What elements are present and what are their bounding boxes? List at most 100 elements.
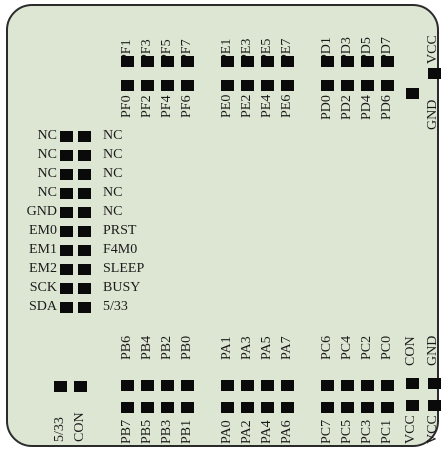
pin-label-bottom: PC5 xyxy=(339,419,354,444)
label-gnd: GND xyxy=(425,336,440,367)
pin-pad xyxy=(381,80,394,91)
pin-pad xyxy=(261,380,274,391)
pin-label-left: SDA xyxy=(28,299,57,314)
pin-label-bottom: PE2 xyxy=(239,95,254,119)
pin-pad xyxy=(381,380,394,391)
vcc-label: VCC xyxy=(425,35,440,64)
pin-pad xyxy=(261,56,274,67)
pin-label-bottom: PE0 xyxy=(219,95,234,119)
pin-label-bottom: PB5 xyxy=(139,419,154,444)
pin-label-bottom: PC3 xyxy=(359,419,374,444)
pin-label-top: PA3 xyxy=(239,336,254,360)
pin-label-right: BUSY xyxy=(103,280,141,295)
pin-pad xyxy=(161,56,174,67)
pin-pad xyxy=(241,380,254,391)
pin-label-top: PB0 xyxy=(179,336,194,361)
pin-label-right: 5/33 xyxy=(103,299,128,314)
pin-pad xyxy=(381,56,394,67)
pin-label-bottom: PA4 xyxy=(259,420,274,444)
pin-pad-gnd xyxy=(406,88,419,99)
pin-pad xyxy=(161,80,174,91)
pin-pad xyxy=(60,150,73,161)
pin-pad xyxy=(241,80,254,91)
pin-pad xyxy=(361,380,374,391)
label-vcc: VCC xyxy=(425,415,440,444)
pin-label-right: PRST xyxy=(103,223,137,238)
pin-label-top: PA7 xyxy=(279,336,294,360)
pin-label-top: PC4 xyxy=(339,336,354,361)
pin-pad xyxy=(60,264,73,275)
pin-label-bottom: PD0 xyxy=(319,95,334,120)
pin-pad xyxy=(261,80,274,91)
pin-pad-con xyxy=(74,381,87,392)
pin-label-bottom: PA6 xyxy=(279,420,294,444)
pin-label-bottom: PB1 xyxy=(179,419,194,444)
pin-pad-vcc xyxy=(406,400,419,411)
pin-pad xyxy=(60,188,73,199)
label-vcc: VCC xyxy=(403,415,418,444)
pin-pad xyxy=(321,56,334,67)
pin-pad xyxy=(78,150,91,161)
pin-label-left: GND xyxy=(26,204,57,219)
pin-pad xyxy=(181,80,194,91)
pin-pad xyxy=(281,56,294,67)
pin-pad xyxy=(141,56,154,67)
pin-pad xyxy=(60,302,73,313)
pin-label-bottom: PF6 xyxy=(179,95,194,118)
pin-label-bottom: PD4 xyxy=(359,95,374,120)
pin-label-right: NC xyxy=(103,147,123,162)
pin-pad xyxy=(78,131,91,142)
pin-label-bottom: PB7 xyxy=(119,419,134,444)
pin-pad xyxy=(78,169,91,180)
pin-pad xyxy=(341,56,354,67)
pin-label-right: NC xyxy=(103,185,123,200)
pin-label-bottom: PC7 xyxy=(319,419,334,444)
pin-pad xyxy=(60,131,73,142)
pin-pad xyxy=(281,380,294,391)
pin-pad xyxy=(60,207,73,218)
pin-pad xyxy=(281,80,294,91)
pin-label-left: EM0 xyxy=(29,223,57,238)
pin-pad-vcc xyxy=(428,68,441,79)
pin-label-top: PA1 xyxy=(219,336,234,360)
pin-pad xyxy=(78,264,91,275)
pin-pad-gnd xyxy=(428,378,441,389)
pin-label-top: PB4 xyxy=(139,336,154,361)
pin-pad xyxy=(78,188,91,199)
pin-pad xyxy=(141,380,154,391)
pin-label-left: EM2 xyxy=(29,261,57,276)
pin-label-left: SCK xyxy=(29,280,57,295)
pin-pad xyxy=(60,245,73,256)
pin-pad xyxy=(221,56,234,67)
pin-label-right: NC xyxy=(103,204,123,219)
pin-label-left: NC xyxy=(37,185,57,200)
pin-pad xyxy=(78,302,91,313)
pin-label-bottom: PE4 xyxy=(259,95,274,119)
pin-label-bottom: PE6 xyxy=(279,95,294,119)
pin-label-left: NC xyxy=(37,166,57,181)
pin-label-right: NC xyxy=(103,166,123,181)
pin-pad xyxy=(121,56,134,67)
pin-pad xyxy=(181,380,194,391)
pin-label-top: PB2 xyxy=(159,336,174,361)
pin-label-right: NC xyxy=(103,128,123,143)
pin-label-top: PB6 xyxy=(119,336,134,361)
pin-pad xyxy=(181,56,194,67)
pin-pad xyxy=(221,80,234,91)
pin-pad xyxy=(221,380,234,391)
pin-pad xyxy=(60,283,73,294)
pin-label-bottom: PF2 xyxy=(139,95,154,118)
pin-pad xyxy=(321,80,334,91)
pin-pad xyxy=(121,80,134,91)
pin-pad xyxy=(321,380,334,391)
pin-label-bottom: PC1 xyxy=(379,419,394,444)
pin-pad xyxy=(78,226,91,237)
label-con: CON xyxy=(403,336,418,366)
pin-label-bottom: PD6 xyxy=(379,95,394,120)
pin-pad xyxy=(60,169,73,180)
pin-label-left: NC xyxy=(37,128,57,143)
pin-pad xyxy=(361,80,374,91)
pin-pad xyxy=(60,226,73,237)
pin-pad xyxy=(341,80,354,91)
pin-label-left: EM1 xyxy=(29,242,57,257)
